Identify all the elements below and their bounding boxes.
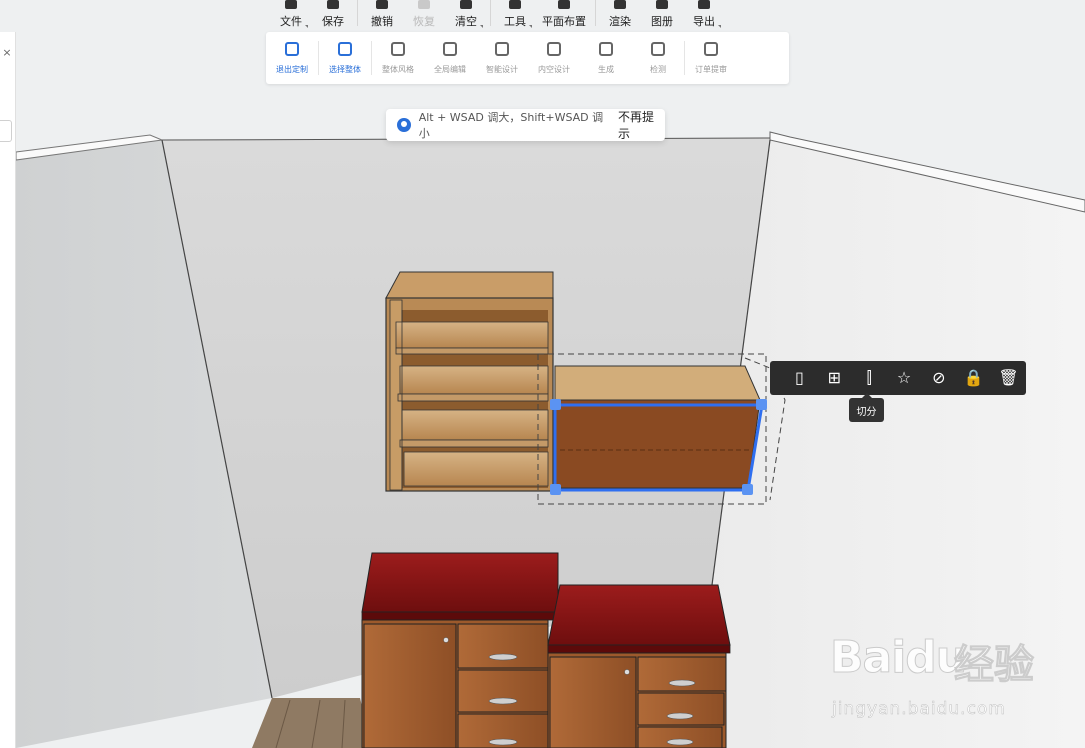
floorplan-button[interactable]: 平面布置 [536, 0, 592, 30]
split-button[interactable]: ⫿ [852, 361, 887, 395]
inner-space-icon [547, 41, 561, 56]
delete-icon: 🗑 [998, 368, 1019, 387]
undo-button[interactable]: 撤销 [361, 0, 403, 30]
favorite-button[interactable]: ☆ [887, 361, 922, 395]
eraser-icon [460, 0, 472, 9]
select-all-icon [338, 41, 352, 56]
detect-button[interactable]: 检测 [632, 32, 684, 84]
file-button[interactable]: 文件 [270, 0, 312, 30]
order-submit-icon [704, 41, 718, 56]
export-button[interactable]: 导出 [683, 0, 725, 30]
global-edit-icon [443, 41, 457, 56]
clear-button[interactable]: 清空 [445, 0, 487, 30]
split-icon: ⫿ [866, 368, 872, 387]
export-icon [698, 0, 710, 9]
save-button[interactable]: 保存 [312, 0, 354, 30]
base-cabinet-left[interactable] [361, 552, 559, 748]
keyboard-hint: Alt + WSAD 调大，Shift+WSAD 调小 不再提示 [386, 109, 665, 141]
order-submit-button[interactable]: 订单提审 [685, 32, 737, 84]
album-button[interactable]: 图册 [641, 0, 683, 30]
generate-button[interactable]: 生成 [580, 32, 632, 84]
exit-icon [285, 41, 299, 56]
baidu-watermark: Baidu 经验 jingyan.baidu.com [829, 632, 1070, 732]
render-icon [614, 0, 626, 9]
copy-add-icon: ⊞ [827, 368, 841, 387]
watermark-brand-cn: 经验 [954, 642, 1035, 689]
door-icon: ▯ [795, 368, 804, 387]
left-panel-input[interactable] [0, 120, 12, 142]
star-icon: ☆ [896, 368, 912, 387]
redo-button[interactable]: 恢复 [403, 0, 445, 30]
generate-icon [599, 41, 613, 56]
dropdown-caret-icon [529, 25, 532, 28]
selection-handle [550, 484, 561, 495]
toolbar-divider [490, 0, 491, 26]
toolbar-divider [595, 0, 596, 26]
smart-design-button[interactable]: 智能设计 [476, 32, 528, 84]
split-tooltip: 切分 [849, 393, 884, 422]
copy-add-button[interactable]: ⊞ [817, 361, 852, 395]
info-icon [397, 118, 411, 132]
hint-text: Alt + WSAD 调大，Shift+WSAD 调小 [418, 111, 604, 140]
redo-icon [418, 0, 430, 9]
global-edit-button[interactable]: 全局编辑 [424, 32, 476, 84]
detect-icon [651, 41, 665, 56]
dropdown-caret-icon [305, 25, 308, 28]
home-icon [285, 0, 297, 9]
wrench-icon [509, 0, 521, 9]
selection-handle [756, 399, 767, 410]
watermark-brand: Baidu [829, 632, 967, 684]
base-cabinet-right[interactable] [547, 584, 731, 748]
watermark-url: jingyan.baidu.com [832, 699, 1006, 720]
selected-cabinet[interactable] [537, 353, 786, 505]
save-icon [327, 0, 339, 9]
close-icon[interactable]: × [0, 46, 14, 59]
smart-design-icon [495, 41, 509, 56]
dropdown-caret-icon [718, 25, 721, 28]
door-button[interactable]: ▯ [782, 361, 817, 395]
wall-shelf-unit[interactable] [385, 271, 554, 492]
floor [252, 698, 372, 748]
render-button[interactable]: 渲染 [599, 0, 641, 30]
exit-customize-button[interactable]: 退出定制 [266, 32, 318, 84]
album-icon [656, 0, 668, 9]
delete-button[interactable]: 🗑 [991, 361, 1026, 395]
hide-button[interactable]: ⊘ [921, 361, 956, 395]
main-toolbar: 文件 保存 撤销 恢复 清空 工具 平面布置 渲染 图册 导出 [270, 0, 770, 30]
tools-button[interactable]: 工具 [494, 0, 536, 30]
inner-space-button[interactable]: 内空设计 [528, 32, 580, 84]
selection-handle [742, 484, 753, 495]
object-floating-toolbar: ▯ ⊞ ⫿ ☆ ⊘ 🔒 🗑 [770, 361, 1026, 395]
overall-style-button[interactable]: 整体风格 [372, 32, 424, 84]
dropdown-caret-icon [480, 25, 483, 28]
undo-icon [376, 0, 388, 9]
customize-toolbar: 退出定制 选择整体 整体风格 全局编辑 智能设计 内空设计 生成 检测 订单提审 [266, 32, 789, 84]
toolbar-divider [357, 0, 358, 26]
lock-icon: 🔒 [963, 368, 984, 387]
select-all-button[interactable]: 选择整体 [319, 32, 371, 84]
lock-button[interactable]: 🔒 [956, 361, 991, 395]
selection-handle [550, 399, 561, 410]
hide-icon: ⊘ [932, 368, 946, 387]
left-panel: × [0, 32, 16, 748]
paint-roller-icon [391, 41, 405, 56]
floorplan-icon [558, 0, 570, 9]
dismiss-hint-link[interactable]: 不再提示 [618, 108, 665, 142]
